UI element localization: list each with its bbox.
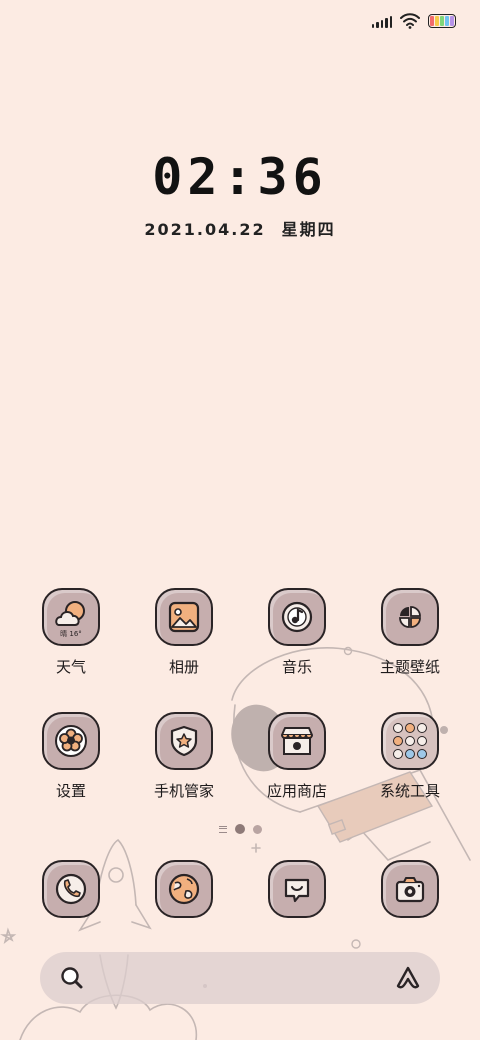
app-settings[interactable]: 设置 xyxy=(16,712,126,801)
app-label: 设置 xyxy=(55,782,86,800)
folder-mini-icons xyxy=(393,723,427,759)
battery-icon xyxy=(428,14,456,28)
battery-segment xyxy=(435,16,439,26)
app-weather[interactable]: 晴 16° 天气 xyxy=(16,588,126,677)
dock-browser[interactable] xyxy=(129,860,239,918)
dock-messages[interactable] xyxy=(242,860,352,918)
battery-segment xyxy=(430,16,434,26)
app-folder-tools[interactable]: 系统工具 xyxy=(355,712,465,801)
page-dot xyxy=(252,824,262,834)
app-music[interactable]: 音乐 xyxy=(242,588,352,677)
battery-segment xyxy=(445,16,449,26)
dock-phone[interactable] xyxy=(16,860,126,918)
wifi-icon xyxy=(400,13,420,29)
page-indicator-list-icon xyxy=(218,825,227,833)
dock-camera[interactable] xyxy=(355,860,465,918)
app-store-icon xyxy=(268,712,326,770)
camera-icon xyxy=(381,860,439,918)
app-label: 应用商店 xyxy=(266,782,327,800)
app-gallery[interactable]: 相册 xyxy=(129,588,239,677)
search-icon[interactable] xyxy=(58,964,86,992)
weekday-text: 星期四 xyxy=(281,220,336,239)
app-label: 音乐 xyxy=(281,658,312,676)
weather-icon-text: 晴 16° xyxy=(60,629,82,638)
folder-icon xyxy=(381,712,439,770)
search-bar[interactable] xyxy=(40,952,440,1004)
app-label: 相册 xyxy=(168,658,199,676)
messages-icon xyxy=(268,860,326,918)
browser-icon xyxy=(155,860,213,918)
app-label: 主题壁纸 xyxy=(379,658,440,676)
app-label: 系统工具 xyxy=(379,782,440,800)
battery-segment xyxy=(450,16,454,26)
battery-segment xyxy=(440,16,444,26)
weather-icon: 晴 16° xyxy=(42,588,100,646)
page-indicator[interactable] xyxy=(0,824,480,834)
security-icon xyxy=(155,712,213,770)
clock-date: 2021.04.22 星期四 xyxy=(0,216,480,240)
app-label: 天气 xyxy=(55,658,86,676)
date-text: 2021.04.22 xyxy=(144,220,266,239)
music-icon xyxy=(268,588,326,646)
app-label: 手机管家 xyxy=(153,782,214,800)
app-security[interactable]: 手机管家 xyxy=(129,712,239,801)
clock-time[interactable]: 02:36 xyxy=(0,148,480,206)
signal-bars-icon xyxy=(371,14,392,28)
phone-icon xyxy=(42,860,100,918)
themes-icon xyxy=(381,588,439,646)
app-store[interactable]: 应用商店 xyxy=(242,712,352,801)
assistant-icon[interactable] xyxy=(394,964,422,992)
settings-icon xyxy=(42,712,100,770)
page-dot-active xyxy=(234,824,245,834)
app-themes[interactable]: 主题壁纸 xyxy=(355,588,465,677)
gallery-icon xyxy=(155,588,213,646)
status-bar xyxy=(371,12,456,30)
